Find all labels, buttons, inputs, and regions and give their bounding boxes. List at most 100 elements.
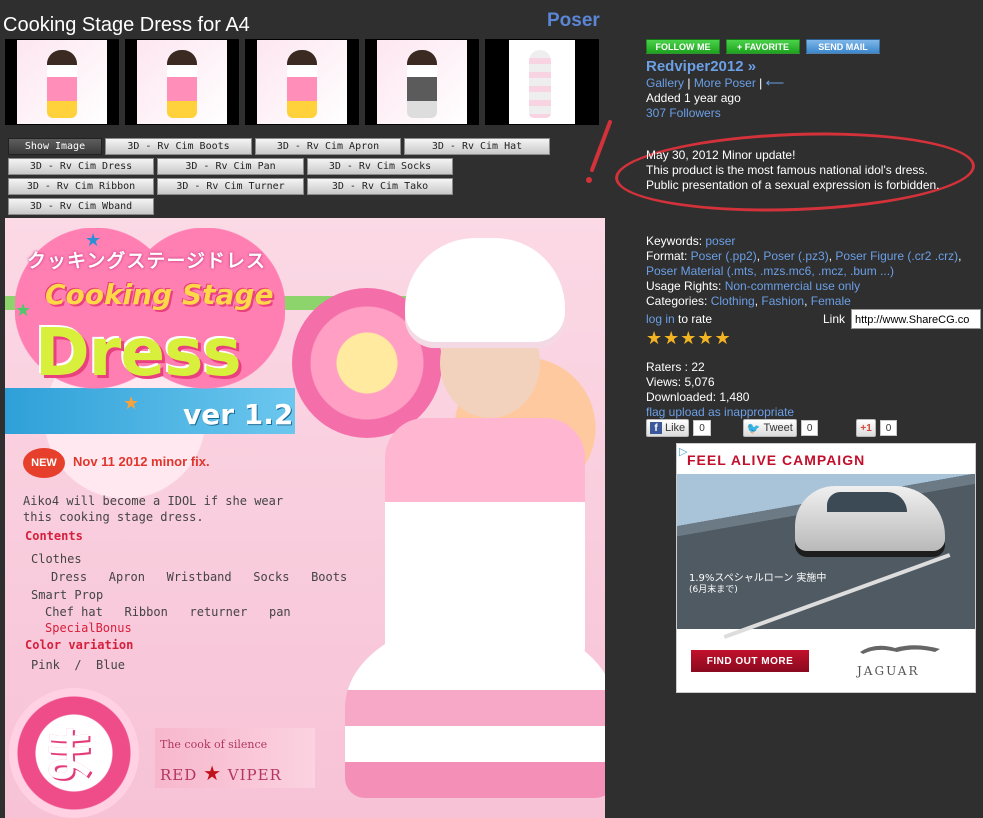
- signature-red: RED: [160, 766, 198, 784]
- thumbnail-image: [377, 40, 467, 124]
- login-link[interactable]: log in: [646, 312, 675, 326]
- version-label: ver 1.2: [183, 398, 294, 431]
- keywords-label: Keywords:: [646, 234, 706, 248]
- tab-rv-cim-dress[interactable]: 3D - Rv Cim Dress: [8, 158, 154, 175]
- color-options: Pink / Blue: [31, 658, 125, 672]
- product-image[interactable]: クッキングステージドレス Cooking Stage Dress ver 1.2…: [5, 218, 605, 818]
- fix-note: Nov 11 2012 minor fix.: [73, 454, 210, 469]
- logo-dress: Dress: [35, 314, 242, 391]
- thumbnail-1[interactable]: [5, 39, 119, 125]
- tweet-count: 0: [800, 420, 819, 436]
- tweet-label: Tweet: [763, 422, 793, 434]
- star-icon: ★: [123, 393, 140, 413]
- raters-count: Raters : 22: [646, 360, 705, 374]
- twitter-icon: 🐦: [746, 422, 761, 435]
- intro-line-2: this cooking stage dress.: [23, 510, 204, 524]
- clothes-items: Dress Apron Wristband Socks Boots: [51, 570, 348, 584]
- thumbnail-5[interactable]: [485, 39, 599, 125]
- share-link-input[interactable]: http://www.ShareCG.co: [851, 309, 981, 329]
- arrow-left-icon: ⟵: [765, 75, 785, 90]
- like-count: 0: [693, 420, 711, 436]
- facebook-like-button[interactable]: f Like: [646, 419, 690, 437]
- color-variation-heading: Color variation: [25, 638, 134, 652]
- facebook-icon: f: [650, 422, 662, 434]
- link-label: Link: [822, 311, 845, 326]
- format-label: Format:: [646, 249, 691, 263]
- send-mail-button[interactable]: SEND MAIL: [806, 39, 880, 54]
- more-poser-link[interactable]: More Poser: [694, 76, 756, 90]
- smart-prop-heading: Smart Prop: [31, 588, 104, 602]
- gplus-count: 0: [879, 420, 898, 436]
- category-clothing[interactable]: Clothing: [711, 294, 755, 308]
- tab-rv-cim-boots[interactable]: 3D - Rv Cim Boots: [105, 138, 252, 155]
- ad-loan-period: (6月末まで): [689, 585, 738, 595]
- author-username[interactable]: Redviper2012 »: [646, 58, 976, 75]
- image-tabs: Show Image 3D - Rv Cim Boots 3D - Rv Cim…: [8, 138, 550, 218]
- advertisement-banner[interactable]: ▷ FEEL ALIVE CAMPAIGN 1.9%スペシャルローン 実施中 (…: [676, 443, 976, 693]
- category-female[interactable]: Female: [811, 294, 851, 308]
- gplus-label: +1: [860, 422, 872, 434]
- star-icon: ★: [203, 761, 222, 785]
- tab-rv-cim-turner[interactable]: 3D - Rv Cim Turner: [157, 178, 304, 195]
- favorite-button[interactable]: + FAVORITE: [726, 39, 800, 54]
- format-link-pp2[interactable]: Poser (.pp2): [691, 249, 757, 263]
- rating-stars[interactable]: ★★★★★: [646, 329, 981, 347]
- note-line-1: May 30, 2012 Minor update!: [646, 148, 796, 162]
- tab-rv-cim-pan[interactable]: 3D - Rv Cim Pan: [157, 158, 304, 175]
- signature-brand: RED ★ VIPER: [160, 761, 282, 785]
- separator: |: [755, 76, 766, 90]
- tab-rv-cim-wband[interactable]: 3D - Rv Cim Wband: [8, 198, 154, 215]
- thumbnail-strip: [5, 39, 599, 125]
- ad-car-window: [827, 492, 907, 512]
- rate-text: to rate: [674, 311, 713, 326]
- product-stats: Raters : 22 Views: 5,076 Downloaded: 1,4…: [646, 360, 794, 420]
- downloads-count: Downloaded: 1,480: [646, 390, 750, 404]
- contents-heading: Contents: [25, 529, 83, 543]
- signature-viper: VIPER: [227, 766, 282, 784]
- gallery-link[interactable]: Gallery: [646, 76, 684, 90]
- logo-cooking-stage: Cooking Stage: [45, 278, 274, 311]
- star-icon: ★: [85, 230, 102, 250]
- author-panel: FOLLOW ME + FAVORITE SEND MAIL Redviper2…: [646, 39, 976, 121]
- product-meta: Keywords: poser Format: Poser (.pp2), Po…: [646, 234, 981, 347]
- format-link-material[interactable]: Poser Material (.mts, .mzs.mc6, .mcz, .b…: [646, 264, 894, 278]
- find-out-more-button[interactable]: FIND OUT MORE: [691, 650, 809, 672]
- signature-tagline: The cook of silence: [160, 738, 268, 751]
- google-plus-button[interactable]: +1: [856, 419, 876, 437]
- category-label[interactable]: Poser: [547, 10, 600, 32]
- ad-title: FEEL ALIVE CAMPAIGN: [687, 452, 866, 468]
- prop-items: Chef hat Ribbon returner pan: [45, 605, 291, 619]
- new-badge: NEW: [23, 448, 65, 478]
- tweet-button[interactable]: 🐦 Tweet: [742, 419, 797, 437]
- page-title: Cooking Stage Dress for A4: [3, 14, 250, 36]
- intro-line-1: Aiko4 will become a IDOL if she wear: [23, 494, 284, 508]
- tab-show-image[interactable]: Show Image: [8, 138, 102, 155]
- follow-me-button[interactable]: FOLLOW ME: [646, 39, 720, 54]
- link-box: Link http://www.ShareCG.co: [823, 309, 981, 329]
- note-line-2: This product is the most famous national…: [646, 163, 928, 177]
- format-link-pz3[interactable]: Poser (.pz3): [763, 249, 828, 263]
- thumbnail-3[interactable]: [245, 39, 359, 125]
- usage-link[interactable]: Non-commercial use only: [725, 279, 860, 293]
- thumbnail-2[interactable]: [125, 39, 239, 125]
- annotation-exclamation: [586, 120, 612, 183]
- product-notes: May 30, 2012 Minor update! This product …: [646, 148, 940, 193]
- tab-rv-cim-tako[interactable]: 3D - Rv Cim Tako: [307, 178, 453, 195]
- followers-link[interactable]: 307 Followers: [646, 106, 976, 121]
- thumbnail-4[interactable]: [365, 39, 479, 125]
- logo-japanese-text: クッキングステージドレス: [27, 250, 267, 272]
- flag-link[interactable]: flag upload as inappropriate: [646, 405, 794, 420]
- tab-rv-cim-hat[interactable]: 3D - Rv Cim Hat: [404, 138, 550, 155]
- special-bonus: SpecialBonus: [45, 621, 132, 635]
- separator: |: [684, 76, 694, 90]
- thumbnail-image: [509, 40, 575, 124]
- format-link-figure[interactable]: Poser Figure (.cr2 .crz): [835, 249, 958, 263]
- tab-rv-cim-socks[interactable]: 3D - Rv Cim Socks: [307, 158, 453, 175]
- ad-brand: JAGUAR: [857, 664, 920, 678]
- keyword-link[interactable]: poser: [705, 234, 735, 248]
- character-figure: [345, 238, 605, 818]
- tab-rv-cim-ribbon[interactable]: 3D - Rv Cim Ribbon: [8, 178, 154, 195]
- tab-rv-cim-apron[interactable]: 3D - Rv Cim Apron: [255, 138, 401, 155]
- share-bar: f Like 0 🐦 Tweet 0 +1 0: [646, 419, 898, 437]
- category-fashion[interactable]: Fashion: [761, 294, 804, 308]
